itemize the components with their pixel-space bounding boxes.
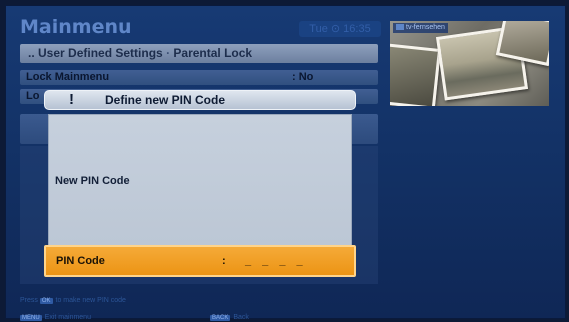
pin-code-input[interactable]: PIN Code : _ _ _ _ xyxy=(44,245,356,277)
setting-label: Lock Mainmenu xyxy=(26,71,110,83)
channel-tag-label: tv-fernsehen xyxy=(406,24,445,31)
setting-row-lock-mainmenu[interactable]: Lock Mainmenu : No xyxy=(20,70,378,85)
clock-display: Tue ⊙ 16:35 xyxy=(299,21,381,37)
breadcrumb-prefix: .. xyxy=(28,46,35,60)
breadcrumb: .. User Defined Settings · Parental Lock xyxy=(20,44,378,63)
breadcrumb-leaf: Parental Lock xyxy=(173,46,253,60)
tv-screen: Mainmenu Tue ⊙ 16:35 .. User Defined Set… xyxy=(5,5,566,321)
hint-prefix: Press xyxy=(20,297,40,304)
setting-value: : No xyxy=(292,71,314,83)
channel-tag: tv-fernsehen xyxy=(393,23,448,33)
setting-label: Lo xyxy=(26,90,40,102)
live-tv-preview: tv-fernsehen xyxy=(390,21,549,106)
footer-bar: MENU Exit mainmenu BACK Back xyxy=(20,314,249,321)
dialog-body: New PIN Code xyxy=(48,114,352,246)
back-key-icon[interactable]: BACK xyxy=(210,315,231,321)
menu-key-label: Exit mainmenu xyxy=(44,314,91,321)
dialog-header: ! Define new PIN Code xyxy=(44,90,356,110)
new-pin-label: New PIN Code xyxy=(55,175,130,187)
ok-key-icon: OK xyxy=(39,298,53,304)
back-key-label: Back xyxy=(233,314,249,321)
pin-dialog: ! Define new PIN Code New PIN Code PIN C… xyxy=(44,90,356,280)
page-title: Mainmenu xyxy=(20,16,132,38)
pin-code-colon: : xyxy=(222,255,226,267)
hint-label: to make new PIN code xyxy=(55,297,126,304)
breadcrumb-path[interactable]: User Defined Settings xyxy=(38,46,163,60)
warning-icon: ! xyxy=(69,91,74,108)
menu-key-icon[interactable]: MENU xyxy=(20,315,42,321)
dialog-title: Define new PIN Code xyxy=(105,93,226,107)
hint-text: Press OK to make new PIN code xyxy=(20,297,126,304)
preview-photo xyxy=(390,43,442,106)
pin-code-label: PIN Code xyxy=(56,255,105,267)
tv-icon xyxy=(396,24,404,31)
pin-code-value: _ _ _ _ xyxy=(245,255,307,267)
breadcrumb-separator: · xyxy=(166,46,171,60)
